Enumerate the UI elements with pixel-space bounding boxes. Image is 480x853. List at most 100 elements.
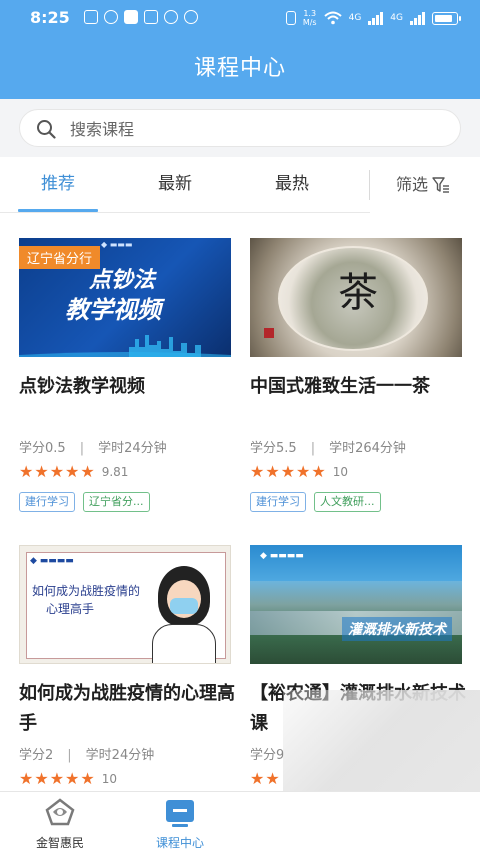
nav-label: 金智惠民 [35,836,84,850]
course-tag: 建行学习 [19,492,75,512]
status-system-icons: 1.3 M/s 4G 4G [285,9,461,27]
rating-value: 9.81 [101,465,129,479]
star-icon: ★ [80,462,95,481]
star-icon: ★ [34,462,49,481]
filter-divider [369,170,370,200]
net-label-1: 4G [348,12,362,23]
star-icon: ★ [265,769,280,788]
n-icon [144,10,158,24]
course-title[interactable]: 点钞法教学视频 [19,372,235,402]
star-icon: ★ [311,462,326,481]
search-box[interactable] [19,109,461,147]
course-rating: ★ ★ ★ ★ ★ 10 [19,771,117,787]
course-meta: 学分5.5 | 学时264分钟 [250,441,406,456]
signal-icon [368,11,384,25]
notification-icon [84,10,98,24]
course-credit: 学分0.5 [19,441,66,456]
signal-icon-2 [410,11,425,25]
face-mask-graphic [170,598,198,614]
star-icon: ★ [280,462,296,481]
course-center-icon [166,800,194,827]
star-icon: ★ [19,462,34,481]
search-icon [37,120,56,139]
thumbnail-badge: 辽宁省分行 [19,246,101,269]
search-input[interactable] [70,116,430,142]
filter-button[interactable]: 筛选 [396,157,450,213]
course-thumbnail[interactable]: 茶 [250,238,462,357]
course-rating: ★ ★ ★ ★ ★ 9.81 [19,464,128,480]
search-area [0,99,480,157]
tab-divider [0,212,370,213]
star-icon: ★ [49,462,65,481]
star-icon: ★ [265,462,280,481]
bottom-navigation: 金智惠民 课程中心 [0,791,480,853]
shield-icon [104,10,118,24]
filter-label: 筛选 [396,175,429,194]
course-rating: ★ ★ ★ ★ ★ 10 [250,464,348,480]
star-icon: ★ [65,462,80,481]
filter-icon [432,177,450,193]
jinzhi-logo-icon [45,798,75,826]
course-thumbnail[interactable]: ◆ ▬▬▬▬ 如何成为战胜疫情的 心理高手 [19,545,231,664]
nav-item-course-center[interactable]: 课程中心 [120,792,240,853]
vibrate-icon [285,11,296,25]
thumbnail-title-line2: 教学视频 [65,296,161,324]
star-icon: ★ [250,769,265,788]
tab-latest[interactable]: 最新 [135,157,215,213]
star-icon: ★ [296,462,311,481]
course-meta: 学分0.5 | 学时24分钟 [19,441,167,456]
tab-recommended[interactable]: 推荐 [18,157,98,213]
wifi-icon [323,11,342,25]
star-icon: ★ [80,769,95,788]
star-icon: ★ [19,769,34,788]
speed-unit: M/s [302,18,317,27]
star-icon: ★ [250,462,265,481]
course-thumbnail[interactable]: ◆ ▬▬▬▬ 灌溉排水新技术 [250,545,462,664]
course-rating: ★ ★ [250,771,280,787]
university-logo-icon: ◆ ▬▬▬▬ [30,556,74,566]
course-tag: 人文教研... [314,492,381,512]
course-credit: 学分9 [250,748,285,763]
net-label-2: 4G [390,12,403,23]
star-icon: ★ [65,769,80,788]
course-credit: 学分2 [19,748,54,763]
star-icon: ★ [49,769,65,788]
nav-item-jinzhi[interactable]: 金智惠民 [0,792,120,853]
course-tag: 辽宁省分... [83,492,150,512]
rating-value: 10 [332,465,348,479]
course-tag: 建行学习 [250,492,306,512]
thumbnail-calligraphy: 茶 [338,270,378,316]
battery-icon [432,11,461,25]
course-meta: 学分9 [250,744,284,763]
course-tags: 建行学习 辽宁省分... [19,492,150,512]
seal-stamp [264,328,274,338]
status-time: 8:25 [30,8,70,27]
bank-logo-icon: ◆ ▬▬▬ [101,240,133,249]
course-meta: 学分2 | 学时24分钟 [19,748,155,763]
speed-value: 1.3 [303,9,317,18]
course-title[interactable]: 中国式雅致生活一一茶 [250,372,466,402]
bluetooth-icon [184,10,198,24]
tab-hottest[interactable]: 最热 [252,157,332,213]
app-header: 课程中心 [0,36,480,99]
course-thumbnail[interactable]: ◆ ▬▬▬ 辽宁省分行 点钞法 教学视频 [19,238,231,357]
skyline-graphic [19,335,231,357]
course-hours: 学时24分钟 [98,441,167,456]
nav-label: 课程中心 [155,836,204,850]
rating-value: 10 [101,772,117,786]
network-speed: 1.3 M/s [303,9,317,27]
status-notification-icons [84,10,198,24]
thumbnail-text-line2: 心理高手 [46,602,95,616]
course-hours: 学时264分钟 [329,441,406,456]
thumbnail-text-line1: 如何成为战胜疫情的 [32,584,141,598]
course-tags: 建行学习 人文教研... [250,492,381,512]
alarm-icon [164,10,178,24]
thumbnail-label: 灌溉排水新技术 [342,617,452,641]
page-title: 课程中心 [193,56,286,81]
course-title[interactable]: 如何成为战胜疫情的心理高手 [19,679,235,739]
course-credit: 学分5.5 [250,441,297,456]
character-coat [152,624,216,663]
app-icon [124,10,138,24]
star-icon: ★ [34,769,49,788]
status-bar: 8:25 1.3 M/s 4G 4G [0,0,480,36]
